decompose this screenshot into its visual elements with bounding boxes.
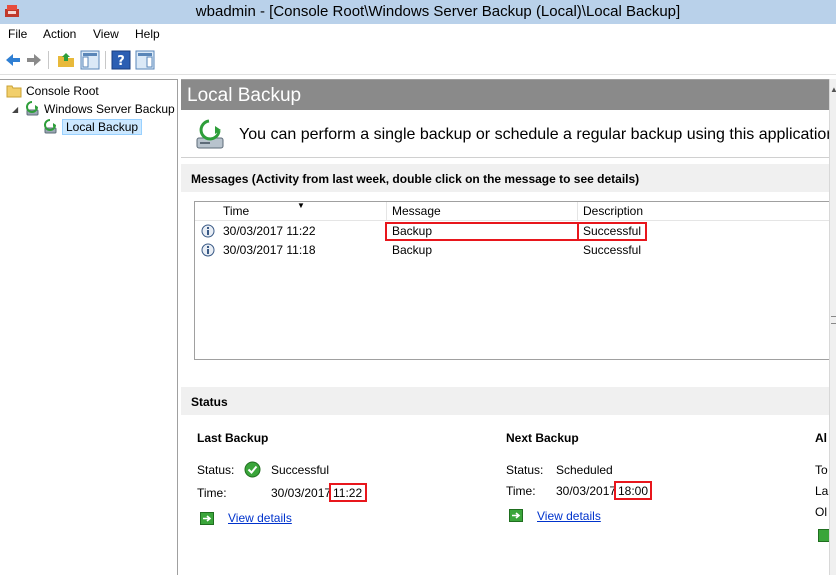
success-check-icon [244, 461, 261, 478]
highlight-box [329, 483, 367, 502]
backup-icon [26, 101, 39, 116]
third-column-title: Al [815, 431, 827, 445]
go-arrow-icon[interactable] [509, 509, 523, 522]
third-column-line: La [815, 484, 829, 498]
console-tree: Console Root ◢ Windows Server Backup Loc… [0, 79, 178, 575]
back-arrow-icon[interactable] [3, 50, 23, 70]
menu-file[interactable]: File [8, 27, 27, 41]
column-divider[interactable] [577, 202, 578, 221]
page-title: Local Backup [187, 85, 302, 106]
third-column-line: To [815, 463, 828, 477]
column-header-time[interactable]: Time [223, 204, 249, 218]
highlight-box [385, 222, 579, 241]
last-backup-title: Last Backup [197, 431, 269, 445]
sort-descending-icon: ▼ [297, 201, 305, 210]
next-backup-view-details-link[interactable]: View details [537, 509, 601, 523]
svg-text:?: ? [117, 54, 125, 69]
vertical-scrollbar[interactable]: ▲ [829, 79, 836, 575]
folder-icon [6, 85, 22, 98]
third-column-line: Ol [815, 505, 827, 519]
menu-help[interactable]: Help [135, 27, 160, 41]
column-divider[interactable] [386, 202, 387, 221]
tree-item-console-root[interactable]: Console Root [6, 82, 99, 100]
toolbar: ? [0, 45, 836, 75]
info-icon [201, 224, 215, 238]
up-folder-icon[interactable] [56, 50, 76, 70]
status-title: Status [191, 395, 228, 409]
tree-item-label: Windows Server Backup [44, 102, 175, 116]
row-description: Successful [583, 243, 642, 257]
help-icon[interactable]: ? [111, 50, 131, 70]
messages-title: Messages (Activity from last week, doubl… [191, 172, 640, 186]
status-section-header: Status [181, 387, 829, 415]
forward-arrow-icon[interactable] [24, 50, 44, 70]
messages-table: Time ▼ Message Description 30/03/2017 11… [194, 201, 830, 360]
intro-banner: You can perform a single backup or sched… [181, 110, 836, 158]
last-backup-time-date: 30/03/2017 [271, 486, 332, 500]
table-row[interactable]: 30/03/2017 11:18 Backup Successful [195, 241, 829, 260]
content-header: Local Backup [181, 80, 829, 110]
table-header: Time ▼ Message Description [195, 201, 829, 221]
column-header-description[interactable]: Description [583, 204, 643, 218]
backup-drive-icon [196, 119, 224, 149]
messages-section-header: Messages (Activity from last week, doubl… [181, 164, 829, 192]
tree-item-label: Console Root [26, 84, 99, 98]
tree-item-local-backup[interactable]: Local Backup [42, 118, 143, 136]
next-backup-time-date: 30/03/2017 [556, 484, 617, 498]
highlight-box [577, 222, 647, 241]
scroll-up-arrow-icon[interactable]: ▲ [830, 85, 836, 94]
show-hide-tree-icon[interactable] [80, 50, 100, 70]
row-time: 30/03/2017 11:22 [223, 224, 316, 238]
highlight-box [614, 481, 652, 500]
next-backup-title: Next Backup [506, 431, 579, 445]
go-arrow-icon[interactable] [200, 512, 214, 525]
next-backup-status-label: Status: [506, 463, 544, 477]
last-backup-view-details-link[interactable]: View details [228, 511, 292, 525]
next-backup-time-label: Time: [506, 484, 536, 498]
expand-triangle-icon[interactable]: ◢ [12, 105, 22, 114]
window-title: wbadmin - [Console Root\Windows Server B… [195, 3, 681, 20]
toolbar-separator [48, 51, 49, 69]
row-time: 30/03/2017 11:18 [223, 243, 316, 257]
menu-bar: File Action View Help [0, 24, 836, 45]
row-message: Backup [392, 243, 433, 257]
backup-icon [44, 119, 57, 134]
column-header-message[interactable]: Message [392, 204, 441, 218]
show-action-pane-icon[interactable] [135, 50, 155, 70]
menu-view[interactable]: View [93, 27, 119, 41]
info-icon [201, 243, 215, 257]
last-backup-status-label: Status: [197, 463, 235, 477]
scroll-thumb[interactable] [831, 316, 836, 324]
next-backup-status-value: Scheduled [556, 463, 613, 477]
last-backup-time-label: Time: [197, 486, 227, 500]
tree-item-windows-server-backup[interactable]: ◢ Windows Server Backup [12, 100, 175, 118]
result-pane: Local Backup You can perform a single ba… [181, 79, 836, 575]
title-bar: wbadmin - [Console Root\Windows Server B… [0, 0, 836, 24]
toolbar-separator [105, 51, 106, 69]
tree-item-label: Local Backup [62, 119, 143, 135]
menu-action[interactable]: Action [43, 27, 76, 41]
intro-text: You can perform a single backup or sched… [239, 126, 836, 143]
last-backup-status-value: Successful [271, 463, 330, 477]
